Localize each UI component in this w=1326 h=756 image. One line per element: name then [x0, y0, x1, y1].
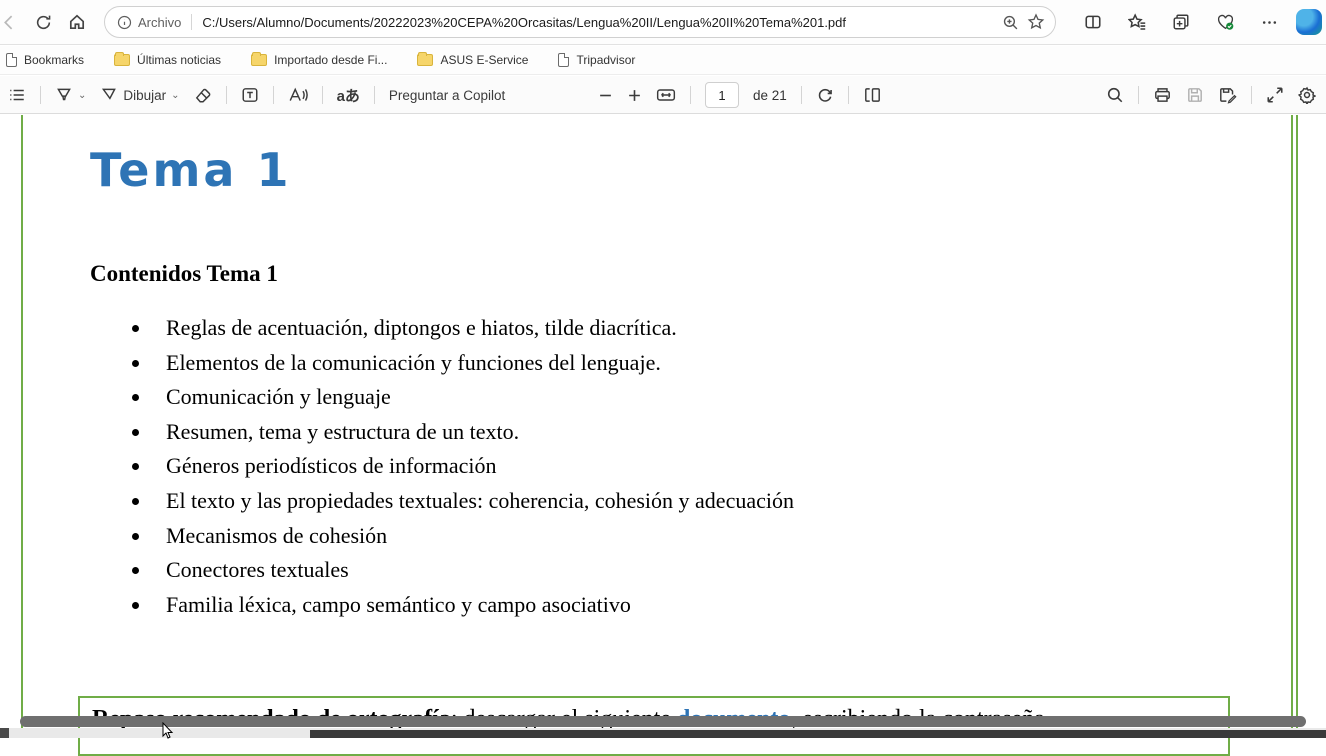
bookmark-label: Últimas noticias	[137, 53, 221, 67]
bookmark-label: Tripadvisor	[576, 53, 635, 67]
read-aloud-icon[interactable]	[288, 86, 308, 104]
bookmarks-bar: Bookmarks Últimas noticias Importado des…	[0, 46, 1326, 75]
info-icon	[117, 15, 132, 30]
bookmark-label: ASUS E-Service	[440, 53, 528, 67]
more-menu-icon[interactable]	[1252, 5, 1286, 39]
page-number-input[interactable]	[705, 82, 739, 108]
fit-to-width-icon[interactable]	[656, 87, 676, 103]
bottom-edge-right	[310, 730, 1326, 738]
zoom-in-icon[interactable]	[627, 88, 642, 103]
mouse-cursor	[160, 722, 174, 740]
list-item: Elementos de la comunicación y funciones…	[152, 350, 794, 376]
rotate-icon[interactable]	[816, 86, 834, 104]
list-item: Familia léxica, campo semántico y campo …	[152, 592, 794, 618]
doc-title: Tema 1	[90, 143, 291, 197]
list-item: Comunicación y lenguaje	[152, 384, 794, 410]
page-border-right	[1291, 115, 1293, 728]
browser-nav-bar: Archivo C:/Users/Alumno/Documents/202220…	[0, 0, 1326, 45]
draw-label: Dibujar	[123, 88, 166, 103]
ask-copilot-label: Preguntar a Copilot	[389, 88, 505, 103]
list-item: Resumen, tema y estructura de un texto.	[152, 419, 794, 445]
page-total-label: de 21	[753, 88, 787, 103]
bottom-edge	[0, 728, 1326, 738]
table-of-contents-icon[interactable]	[8, 86, 26, 104]
zoom-page-icon[interactable]	[1002, 14, 1019, 31]
pdf-toolbar: ⌄ Dibujar ⌄ aあ Preguntar a Copilot	[0, 76, 1326, 114]
copilot-icon[interactable]	[1296, 9, 1322, 35]
highlighter-icon	[55, 86, 73, 104]
settings-gear-icon[interactable]	[1298, 86, 1316, 104]
fullscreen-icon[interactable]	[1266, 86, 1284, 104]
back-icon[interactable]	[0, 5, 26, 39]
contents-list: Reglas de acentuación, diptongos e hiato…	[152, 315, 794, 626]
add-text-icon[interactable]	[241, 86, 259, 104]
address-prefix: Archivo	[138, 15, 181, 30]
save-as-icon[interactable]	[1218, 86, 1237, 104]
page-border-left	[21, 115, 23, 728]
list-item: Géneros periodísticos de información	[152, 453, 794, 479]
favorite-star-icon[interactable]	[1027, 13, 1045, 31]
address-separator	[191, 14, 192, 30]
folder-icon	[251, 54, 267, 66]
ask-copilot-button[interactable]: Preguntar a Copilot	[389, 88, 505, 103]
save-icon	[1186, 86, 1204, 104]
translate-icon[interactable]: aあ	[337, 85, 360, 106]
zoom-out-icon[interactable]	[598, 88, 613, 103]
pdf-page: Tema 1 Contenidos Tema 1 Reglas de acent…	[0, 115, 1326, 738]
browser-essentials-icon[interactable]	[1208, 5, 1242, 39]
page-view-icon[interactable]	[863, 86, 882, 104]
list-item: El texto y las propiedades textuales: co…	[152, 488, 794, 514]
bookmark-folder[interactable]: ASUS E-Service	[417, 53, 528, 67]
url-text[interactable]: C:/Users/Alumno/Documents/20222023%20CEP…	[202, 15, 994, 30]
print-icon[interactable]	[1153, 86, 1172, 104]
home-icon[interactable]	[60, 5, 94, 39]
page-icon	[6, 53, 17, 67]
site-info[interactable]: Archivo	[117, 15, 181, 30]
bookmark-label: Importado desde Fi...	[274, 53, 387, 67]
eraser-icon[interactable]	[194, 86, 212, 104]
list-item: Reglas de acentuación, diptongos e hiato…	[152, 315, 794, 341]
refresh-icon[interactable]	[26, 5, 60, 39]
address-bar[interactable]: Archivo C:/Users/Alumno/Documents/202220…	[104, 6, 1056, 38]
bookmark-item[interactable]: Bookmarks	[6, 53, 84, 67]
doc-heading: Contenidos Tema 1	[90, 261, 278, 287]
highlighter-tool[interactable]: ⌄	[55, 86, 86, 104]
chevron-down-icon[interactable]: ⌄	[171, 90, 179, 101]
bookmark-item[interactable]: Tripadvisor	[558, 53, 635, 67]
bottom-edge-left	[0, 728, 9, 738]
draw-tool[interactable]: Dibujar ⌄	[100, 86, 179, 104]
horizontal-scrollbar[interactable]	[20, 716, 1306, 727]
list-item: Mecanismos de cohesión	[152, 523, 794, 549]
list-item: Conectores textuales	[152, 557, 794, 583]
folder-icon	[417, 54, 433, 66]
folder-icon	[114, 54, 130, 66]
favorites-hub-icon[interactable]	[1120, 5, 1154, 39]
split-screen-icon[interactable]	[1076, 5, 1110, 39]
search-icon[interactable]	[1106, 86, 1124, 104]
collections-icon[interactable]	[1164, 5, 1198, 39]
page-icon	[558, 53, 569, 67]
bookmark-folder[interactable]: Importado desde Fi...	[251, 53, 387, 67]
page-border-right-outer	[1296, 115, 1298, 728]
bookmark-label: Bookmarks	[24, 53, 84, 67]
chevron-down-icon[interactable]: ⌄	[78, 90, 86, 101]
pen-icon	[100, 86, 118, 104]
bookmark-folder[interactable]: Últimas noticias	[114, 53, 221, 67]
